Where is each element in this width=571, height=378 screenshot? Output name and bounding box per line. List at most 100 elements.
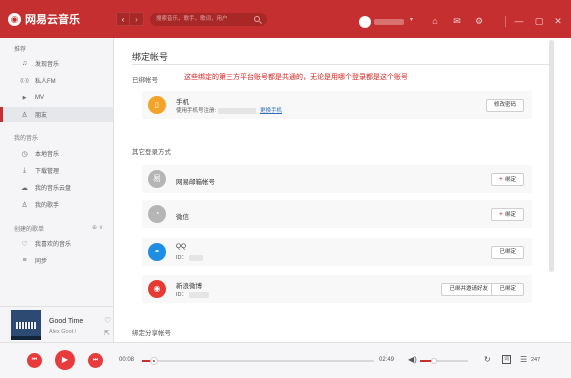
account-id-prefix: ID：: [176, 292, 188, 298]
sidebar-item-label: 同步: [35, 259, 48, 265]
notice-text: 这些绑定的第三方平台账号都是共通的，无论是用哪个登录都是这个账号: [184, 74, 408, 81]
sidebar-item-my-artists[interactable]: ♙ 我的歌手: [0, 197, 113, 212]
sidebar-item-local-music[interactable]: ◷ 本地音乐: [0, 146, 113, 161]
account-id-prefix: ID：: [176, 255, 188, 261]
play-button[interactable]: ▶: [55, 350, 75, 370]
username-redacted[interactable]: [374, 19, 404, 25]
video-icon: ▶: [22, 94, 27, 101]
radio-icon: ((·)): [20, 77, 29, 84]
next-track-button[interactable]: ⏭: [88, 353, 103, 368]
divider: [132, 64, 552, 65]
weibo-bound-button[interactable]: 已绑定: [491, 283, 524, 296]
account-id-redacted: [188, 291, 209, 298]
settings-gear-icon[interactable]: ⚙: [472, 15, 486, 27]
progress-knob[interactable]: [149, 357, 158, 365]
like-heart-icon[interactable]: ♡: [104, 316, 111, 325]
close-icon[interactable]: ✕: [551, 15, 565, 27]
music-note-icon: ♫: [21, 60, 28, 67]
back-button[interactable]: ‹: [116, 12, 130, 26]
volume-knob[interactable]: [431, 358, 438, 364]
sidebar-item-friends[interactable]: ♙ 朋友: [0, 107, 113, 122]
sidebar-item-label: 朋友: [35, 113, 48, 119]
other-login-heading: 其它登录方式: [132, 149, 171, 156]
list-icon: ≡: [22, 257, 27, 264]
volume-slider[interactable]: [420, 358, 468, 364]
bind-button-label: 绑定: [504, 177, 516, 183]
minimize-icon[interactable]: —: [512, 15, 526, 27]
account-label: 微信: [176, 214, 189, 221]
current-time: 00:08: [119, 357, 135, 363]
weibo-icon: ◉: [148, 280, 166, 298]
playlist-icon[interactable]: ☰: [520, 355, 527, 364]
sidebar-item-download-manager[interactable]: ⤓ 下载管理: [0, 163, 113, 178]
progress-bar[interactable]: [142, 357, 374, 365]
lyrics-icon[interactable]: 词: [502, 355, 511, 364]
qq-bound-button[interactable]: 已绑定: [491, 246, 524, 259]
maximize-icon[interactable]: ▢: [532, 15, 546, 27]
download-icon: ⤓: [22, 166, 27, 174]
sidebar-item-cloud-drive[interactable]: ☁ 我的音乐云盘: [0, 180, 113, 195]
search-placeholder: 搜索音乐，歌手，歌词，用户: [156, 16, 228, 22]
account-id-redacted: [188, 254, 203, 261]
loop-mode-icon[interactable]: ↻: [484, 355, 491, 364]
user-avatar[interactable]: [359, 16, 371, 28]
bind-wechat-button[interactable]: + 绑定: [490, 208, 524, 221]
create-playlist-controls[interactable]: ⊕ ∨: [92, 224, 103, 231]
sidebar-item-personal-fm[interactable]: ((·)) 私人FM: [0, 73, 113, 88]
account-label: QQ: [176, 243, 187, 250]
share-icon[interactable]: ⇱: [104, 329, 110, 337]
piano-keys-artwork: [16, 322, 36, 329]
sidebar-item-label: MV: [35, 94, 44, 101]
account-id: ID：: [176, 290, 209, 298]
account-label: 网易邮箱帐号: [176, 179, 215, 186]
mail-icon[interactable]: ✉: [450, 15, 464, 27]
sidebar-section-my-music: 我的音乐: [14, 136, 39, 142]
account-label: 新浪微博: [176, 283, 202, 290]
total-time: 02:49: [379, 357, 395, 363]
artist-icon: ♙: [21, 201, 28, 209]
phone-registered-label: 使用手机号注册:: [176, 108, 217, 114]
now-playing-title: Good Time: [49, 318, 84, 325]
share-accounts-heading: 绑定分享帐号: [132, 330, 171, 337]
plus-icon: +: [498, 176, 503, 183]
phone-account-card: ▯ 手机 使用手机号注册: 更换手机 修改密码: [142, 91, 532, 119]
cloud-icon: ☁: [21, 184, 28, 192]
previous-track-button[interactable]: ⏮: [27, 353, 42, 368]
sidebar: 推荐 ♫ 发现音乐 ((·)) 私人FM ▶ MV ♙ 朋友 我的音乐 ◷ 本地…: [0, 38, 114, 306]
now-playing-panel[interactable]: Good Time Alex Goot / ♡ ⇱: [0, 306, 114, 342]
user-menu-chevron-icon[interactable]: ▾: [410, 16, 413, 23]
forward-button[interactable]: ›: [130, 12, 144, 26]
heart-icon: ♡: [21, 240, 28, 248]
netease-mail-icon: 易: [148, 170, 166, 188]
history-nav: ‹ ›: [116, 12, 144, 26]
skin-icon[interactable]: ⌂: [428, 15, 442, 27]
sidebar-item-liked-music[interactable]: ♡ 我喜欢的音乐: [0, 236, 113, 251]
sidebar-section-recommend: 推荐: [14, 47, 27, 53]
scrollbar[interactable]: [549, 40, 554, 272]
playlist-count: 247: [531, 357, 541, 363]
album-art-strip: [11, 336, 41, 340]
album-art[interactable]: [11, 310, 41, 340]
title-bar: ◉ 网易云音乐 ‹ › 搜索音乐，歌手，歌词，用户 ▾ ⌂ ✉ ⚙ — ▢ ✕: [0, 0, 571, 38]
sidebar-item-label: 我喜欢的音乐: [35, 242, 72, 248]
sidebar-item-discover-music[interactable]: ♫ 发现音乐: [0, 56, 113, 71]
change-phone-link[interactable]: 更换手机: [260, 106, 282, 114]
app-logo[interactable]: ◉ 网易云音乐: [8, 11, 80, 27]
topbar-divider: [505, 16, 506, 27]
main-content: 绑定帐号 已绑帐号 这些绑定的第三方平台账号都是共通的，无论是用哪个登录都是这个…: [114, 38, 571, 342]
sidebar-item-label: 我的音乐云盘: [35, 186, 72, 192]
volume-icon[interactable]: ◀): [408, 355, 417, 364]
netease-mail-account-card: 易 网易邮箱帐号 + 绑定: [142, 165, 532, 193]
bind-netease-mail-button[interactable]: + 绑定: [490, 173, 524, 186]
sidebar-item-mv[interactable]: ▶ MV: [0, 90, 113, 105]
qq-penguin-icon: ◓: [148, 243, 166, 261]
player-bar: ⏮ ▶ ⏭ 00:08 02:49 ◀) ↻ 词 ☰ 247: [0, 342, 571, 378]
invite-friends-button[interactable]: 已绑并邀请好友: [441, 283, 496, 296]
qq-account-card: ◓ QQ ID： 已绑定: [142, 238, 532, 266]
change-password-button[interactable]: 修改密码: [485, 99, 524, 112]
bind-button-label: 绑定: [504, 212, 516, 218]
search-input[interactable]: 搜索音乐，歌手，歌词，用户: [150, 13, 267, 26]
sidebar-item-sync[interactable]: ≡ 同步: [0, 253, 113, 268]
clock-icon: ◷: [21, 150, 28, 158]
search-icon[interactable]: [254, 16, 260, 22]
